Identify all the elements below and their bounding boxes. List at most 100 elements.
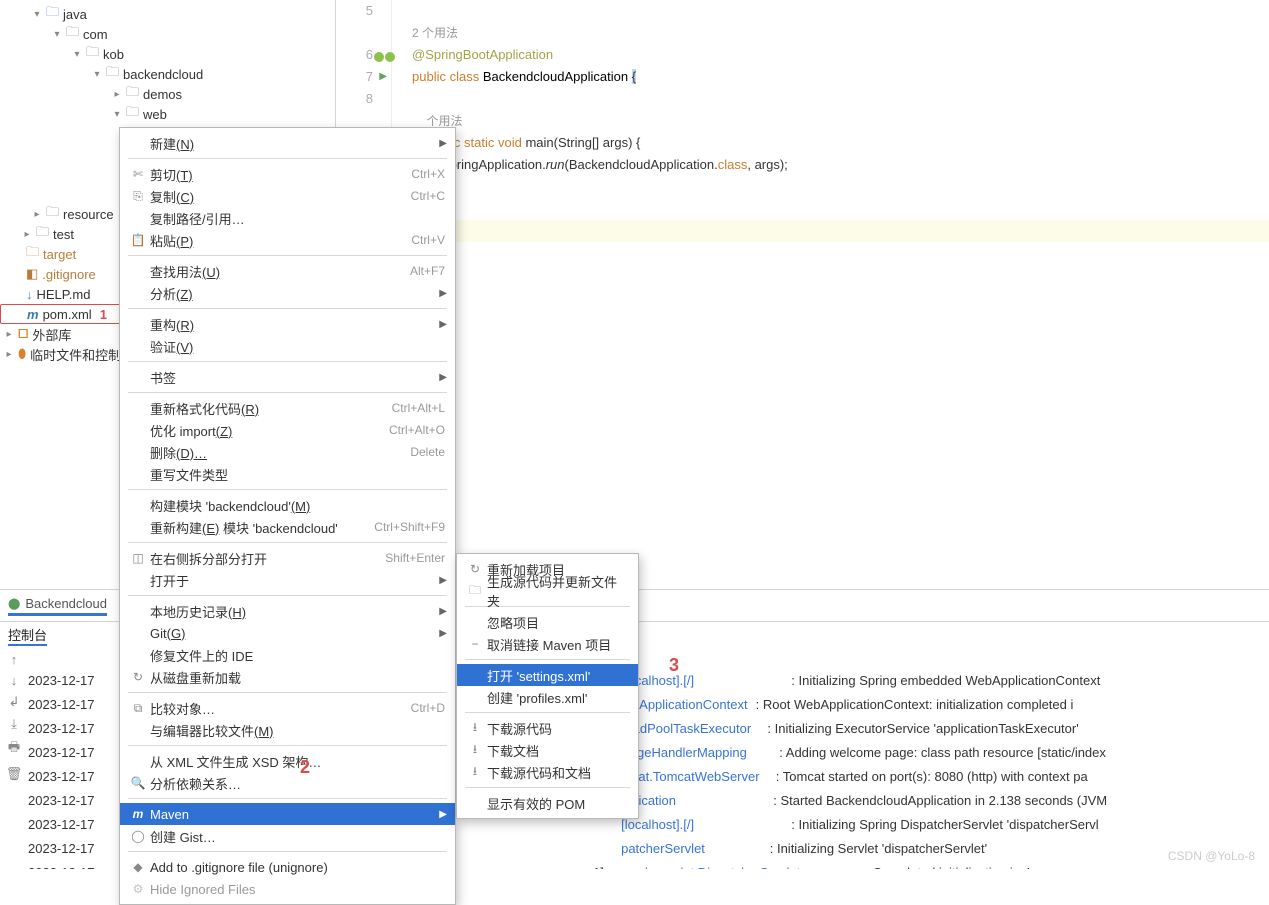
- chevron-right-icon: ▶: [439, 138, 447, 149]
- usages-hint[interactable]: 2 个用法: [412, 26, 458, 40]
- download-icon: ⭳: [465, 740, 485, 761]
- submenu-show-pom[interactable]: 显示有效的 POM: [457, 792, 638, 814]
- soft-wrap-icon[interactable]: ↲: [9, 694, 20, 710]
- folder-icon: 🗀: [46, 203, 59, 225]
- submenu-gen-src[interactable]: 🗀生成源代码并更新文件夹: [457, 580, 638, 602]
- code-annotation: @SpringBootApplication: [412, 47, 553, 62]
- markdown-icon: ↓: [26, 287, 33, 302]
- menu-refactor[interactable]: 重构(R)▶: [120, 313, 455, 335]
- menu-local-history[interactable]: 本地历史记录(H)▶: [120, 600, 455, 622]
- folder-icon: 🗀: [86, 43, 99, 65]
- submenu-open-settings[interactable]: 打开 'settings.xml': [457, 664, 638, 686]
- menu-delete[interactable]: 删除(D)…Delete: [120, 441, 455, 463]
- menu-hide-ignored[interactable]: ⚙Hide Ignored Files: [120, 878, 455, 900]
- submenu-ignore[interactable]: 忽略项目: [457, 611, 638, 633]
- tree-demos[interactable]: ▸🗀demos: [0, 84, 335, 104]
- tree-label: demos: [143, 87, 182, 102]
- menu-new[interactable]: 新建(N)▶: [120, 132, 455, 154]
- line-number: 6: [336, 44, 373, 66]
- menu-override-type[interactable]: 重写文件类型: [120, 463, 455, 485]
- tree-java[interactable]: ▾🗀java: [0, 4, 335, 24]
- line-number: 5: [336, 0, 373, 22]
- tree-label: test: [53, 227, 74, 242]
- folder-icon: 🗀: [66, 23, 79, 45]
- tree-backendcloud[interactable]: ▾🗀backendcloud: [0, 64, 335, 84]
- folder-icon: 🗀: [126, 103, 139, 125]
- usages-hint[interactable]: 个用法: [426, 114, 462, 128]
- code-editor[interactable]: 5 6 7▶ 8 2 个用法 @SpringBootApplication pu…: [336, 0, 1269, 589]
- print-icon[interactable]: 🖶: [8, 738, 20, 760]
- menu-bookmarks[interactable]: 书签▶: [120, 366, 455, 388]
- tree-label: pom.xml: [43, 307, 92, 322]
- scroll-up-icon[interactable]: ↑: [11, 652, 18, 667]
- library-icon: 🞑: [18, 326, 28, 342]
- submenu-unlink[interactable]: −取消链接 Maven 项目: [457, 633, 638, 655]
- menu-split-right[interactable]: ◫在右侧拆分部分打开Shift+Enter: [120, 547, 455, 569]
- folder-icon: 🗀: [126, 83, 139, 105]
- tree-label: .gitignore: [42, 267, 95, 282]
- maven-icon: m: [27, 307, 39, 322]
- menu-compare[interactable]: ⧉比较对象…Ctrl+D: [120, 697, 455, 719]
- menu-create-gist[interactable]: ◯创建 Gist…: [120, 825, 455, 847]
- menu-compare-editor[interactable]: 与编辑器比较文件(M): [120, 719, 455, 741]
- tree-web[interactable]: ▾🗀web: [0, 104, 335, 124]
- menu-analyze[interactable]: 分析(Z)▶: [120, 282, 455, 304]
- maven-submenu[interactable]: ↻重新加载项目 🗀生成源代码并更新文件夹 忽略项目 −取消链接 Maven 项目…: [456, 553, 639, 819]
- maven-icon: m: [128, 807, 148, 821]
- folder-icon: 🗀: [36, 223, 49, 245]
- menu-analyze-deps[interactable]: 🔍分析依赖关系…: [120, 772, 455, 794]
- cut-icon: ✄: [128, 167, 148, 181]
- gitignore-icon: ◧: [26, 266, 38, 282]
- tree-label: com: [83, 27, 108, 42]
- menu-paste[interactable]: 📋粘贴(P)Ctrl+V: [120, 229, 455, 251]
- submenu-dl-both[interactable]: ⭳下载源代码和文档: [457, 761, 638, 783]
- menu-gen-xsd[interactable]: 从 XML 文件生成 XSD 架构…: [120, 750, 455, 772]
- menu-repair-ide[interactable]: 修复文件上的 IDE: [120, 644, 455, 666]
- log-toolbar: ↑ ↓ ↲ ⤓ 🖶 🗑: [0, 648, 28, 869]
- line-number: 8: [336, 88, 373, 110]
- menu-find-usages[interactable]: 查找用法(U)Alt+F7: [120, 260, 455, 282]
- scroll-to-end-icon[interactable]: ⤓: [11, 716, 17, 732]
- menu-build-module[interactable]: 构建模块 'backendcloud'(M): [120, 494, 455, 516]
- submenu-dl-doc[interactable]: ⭳下载文档: [457, 739, 638, 761]
- submenu-dl-src[interactable]: ⭳下载源代码: [457, 717, 638, 739]
- folder-icon: 🗀: [106, 63, 119, 85]
- folder-gear-icon: 🗀: [465, 581, 485, 602]
- menu-open-in[interactable]: 打开于▶: [120, 569, 455, 591]
- menu-git[interactable]: Git(G)▶: [120, 622, 455, 644]
- menu-reformat[interactable]: 重新格式化代码(R)Ctrl+Alt+L: [120, 397, 455, 419]
- run-gutter-icon[interactable]: ▶: [379, 66, 387, 88]
- menu-maven[interactable]: mMaven▶: [120, 803, 455, 825]
- annotation-3: 3: [669, 655, 679, 676]
- context-menu[interactable]: 新建(N)▶ ✄剪切(T)Ctrl+X ⎘复制(C)Ctrl+C 复制路径/引用…: [119, 127, 456, 905]
- annotation-1: 1: [100, 307, 107, 322]
- menu-validate[interactable]: 验证(V): [120, 335, 455, 357]
- menu-optimize-imports[interactable]: 优化 import(Z)Ctrl+Alt+O: [120, 419, 455, 441]
- analyze-icon: 🔍: [128, 776, 148, 790]
- tree-label: java: [63, 7, 87, 22]
- menu-copy[interactable]: ⎘复制(C)Ctrl+C: [120, 185, 455, 207]
- submenu-create-profiles[interactable]: 创建 'profiles.xml': [457, 686, 638, 708]
- menu-reload-disk[interactable]: ↻从磁盘重新加载: [120, 666, 455, 688]
- run-tab[interactable]: ⬤Backendcloud: [8, 596, 107, 616]
- menu-cut[interactable]: ✄剪切(T)Ctrl+X: [120, 163, 455, 185]
- menu-copy-path[interactable]: 复制路径/引用…: [120, 207, 455, 229]
- console-tab[interactable]: 控制台: [8, 625, 47, 646]
- tree-label: web: [143, 107, 167, 122]
- paste-icon: 📋: [128, 233, 148, 247]
- menu-add-gitignore[interactable]: ◆Add to .gitignore file (unignore): [120, 856, 455, 878]
- download-icon: ⭳: [465, 718, 485, 739]
- split-icon: ◫: [128, 551, 148, 565]
- tree-com[interactable]: ▾🗀com: [0, 24, 335, 44]
- tree-kob[interactable]: ▾🗀kob: [0, 44, 335, 64]
- tree-label: HELP.md: [37, 287, 91, 302]
- scroll-down-icon[interactable]: ↓: [11, 673, 18, 688]
- clear-icon[interactable]: 🗑: [6, 766, 23, 782]
- gitignore-icon: ◆: [128, 860, 148, 874]
- menu-rebuild[interactable]: 重新构建(E) 模块 'backendcloud'Ctrl+Shift+F9: [120, 516, 455, 538]
- diff-icon: ⧉: [128, 701, 148, 716]
- scratch-icon: ⬮: [18, 346, 26, 362]
- tree-label: backendcloud: [123, 67, 203, 82]
- folder-icon: 🗀: [26, 243, 39, 265]
- copy-icon: ⎘: [128, 189, 148, 204]
